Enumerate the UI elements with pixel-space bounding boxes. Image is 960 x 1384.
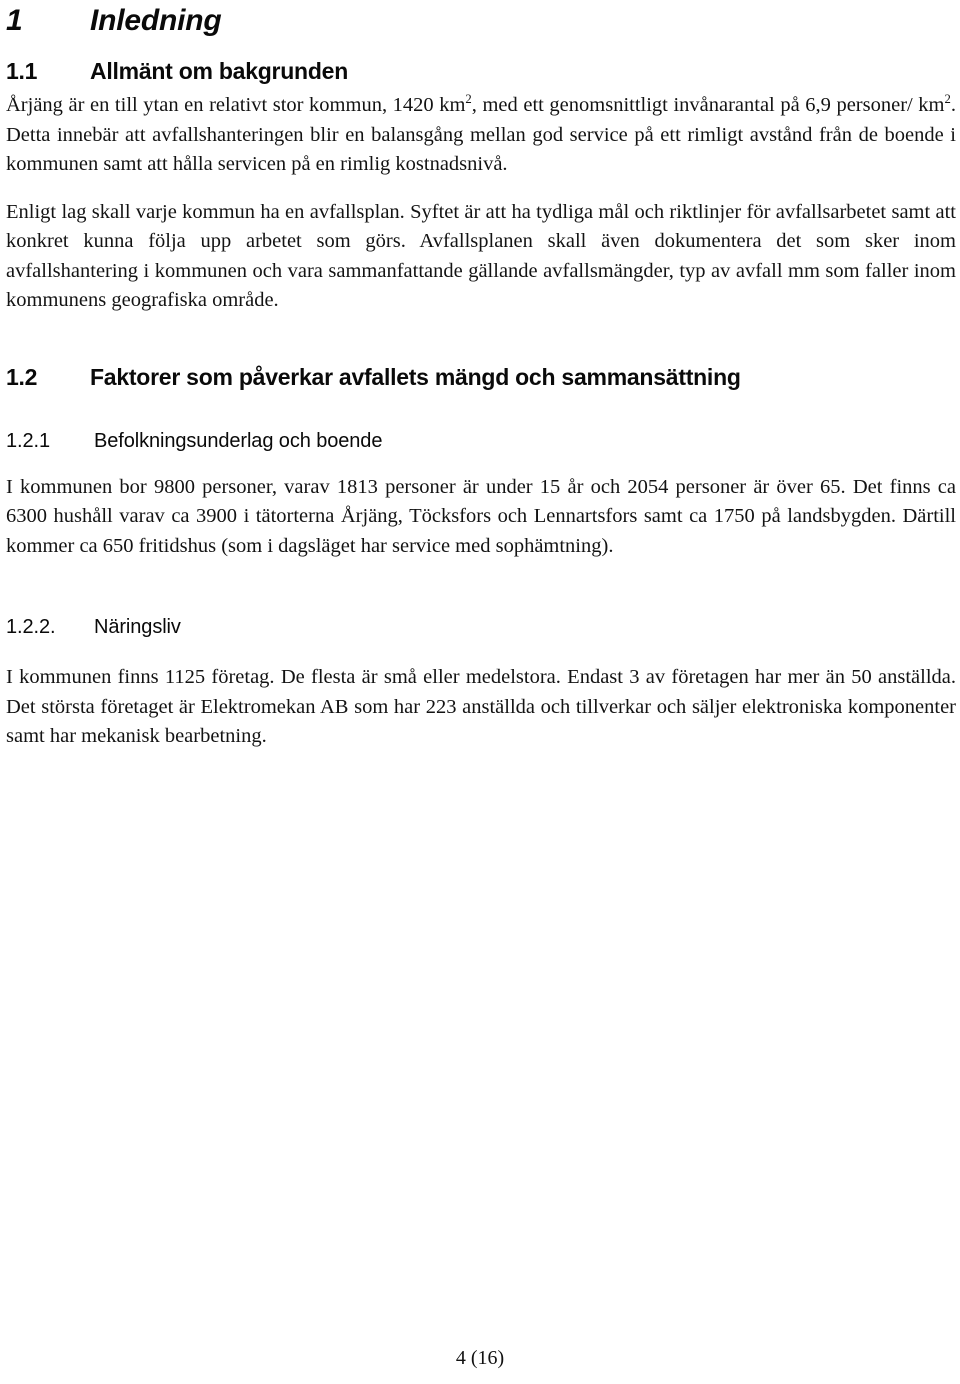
heading-number: 1.2.1 bbox=[6, 429, 50, 452]
heading-title: Inledning bbox=[90, 4, 222, 37]
paragraph-intro-bakgrund: Årjäng är en till ytan en relativt stor … bbox=[6, 91, 956, 180]
heading-1-2-1-befolkningsunderlag: 1.2.1 Befolkningsunderlag och boende bbox=[6, 429, 956, 453]
paragraph-text-part: , med ett genomsnittligt invånarantal på… bbox=[471, 94, 945, 116]
document-page: 1 Inledning 1.1 Allmänt om bakgrunden År… bbox=[0, 0, 960, 1384]
paragraph-text-part: Årjäng är en till ytan en relativt stor … bbox=[6, 94, 466, 116]
heading-number: 1.2.2. bbox=[6, 616, 56, 638]
heading-title: Allmänt om bakgrunden bbox=[90, 58, 348, 84]
paragraph-avfallsplan: Enligt lag skall varje kommun ha en avfa… bbox=[6, 200, 956, 312]
page-footer: 4 (16) bbox=[0, 1346, 960, 1370]
heading-title: Faktorer som påverkar avfallets mängd oc… bbox=[90, 363, 741, 390]
paragraph-naringsliv: I kommunen finns 1125 företag. De flesta… bbox=[6, 666, 956, 747]
heading-title: Näringsliv bbox=[94, 616, 181, 638]
heading-1-inledning: 1 Inledning bbox=[6, 4, 956, 38]
heading-1-2-2-naringsliv: 1.2.2. Näringsliv bbox=[6, 615, 956, 639]
heading-1-2-faktorer: 1.2 Faktorer som påverkar avfallets mäng… bbox=[6, 364, 956, 391]
heading-1-1-allmant-om-bakgrunden: 1.1 Allmänt om bakgrunden bbox=[6, 58, 956, 85]
heading-title: Befolkningsunderlag och boende bbox=[94, 429, 383, 452]
heading-number: 1.2 bbox=[6, 363, 38, 390]
heading-number: 1.1 bbox=[6, 58, 38, 84]
page-number-label: 4 (16) bbox=[455, 1347, 505, 1369]
heading-number: 1 bbox=[6, 4, 23, 37]
paragraph-befolkning: I kommunen bor 9800 personer, varav 1813… bbox=[6, 475, 956, 557]
